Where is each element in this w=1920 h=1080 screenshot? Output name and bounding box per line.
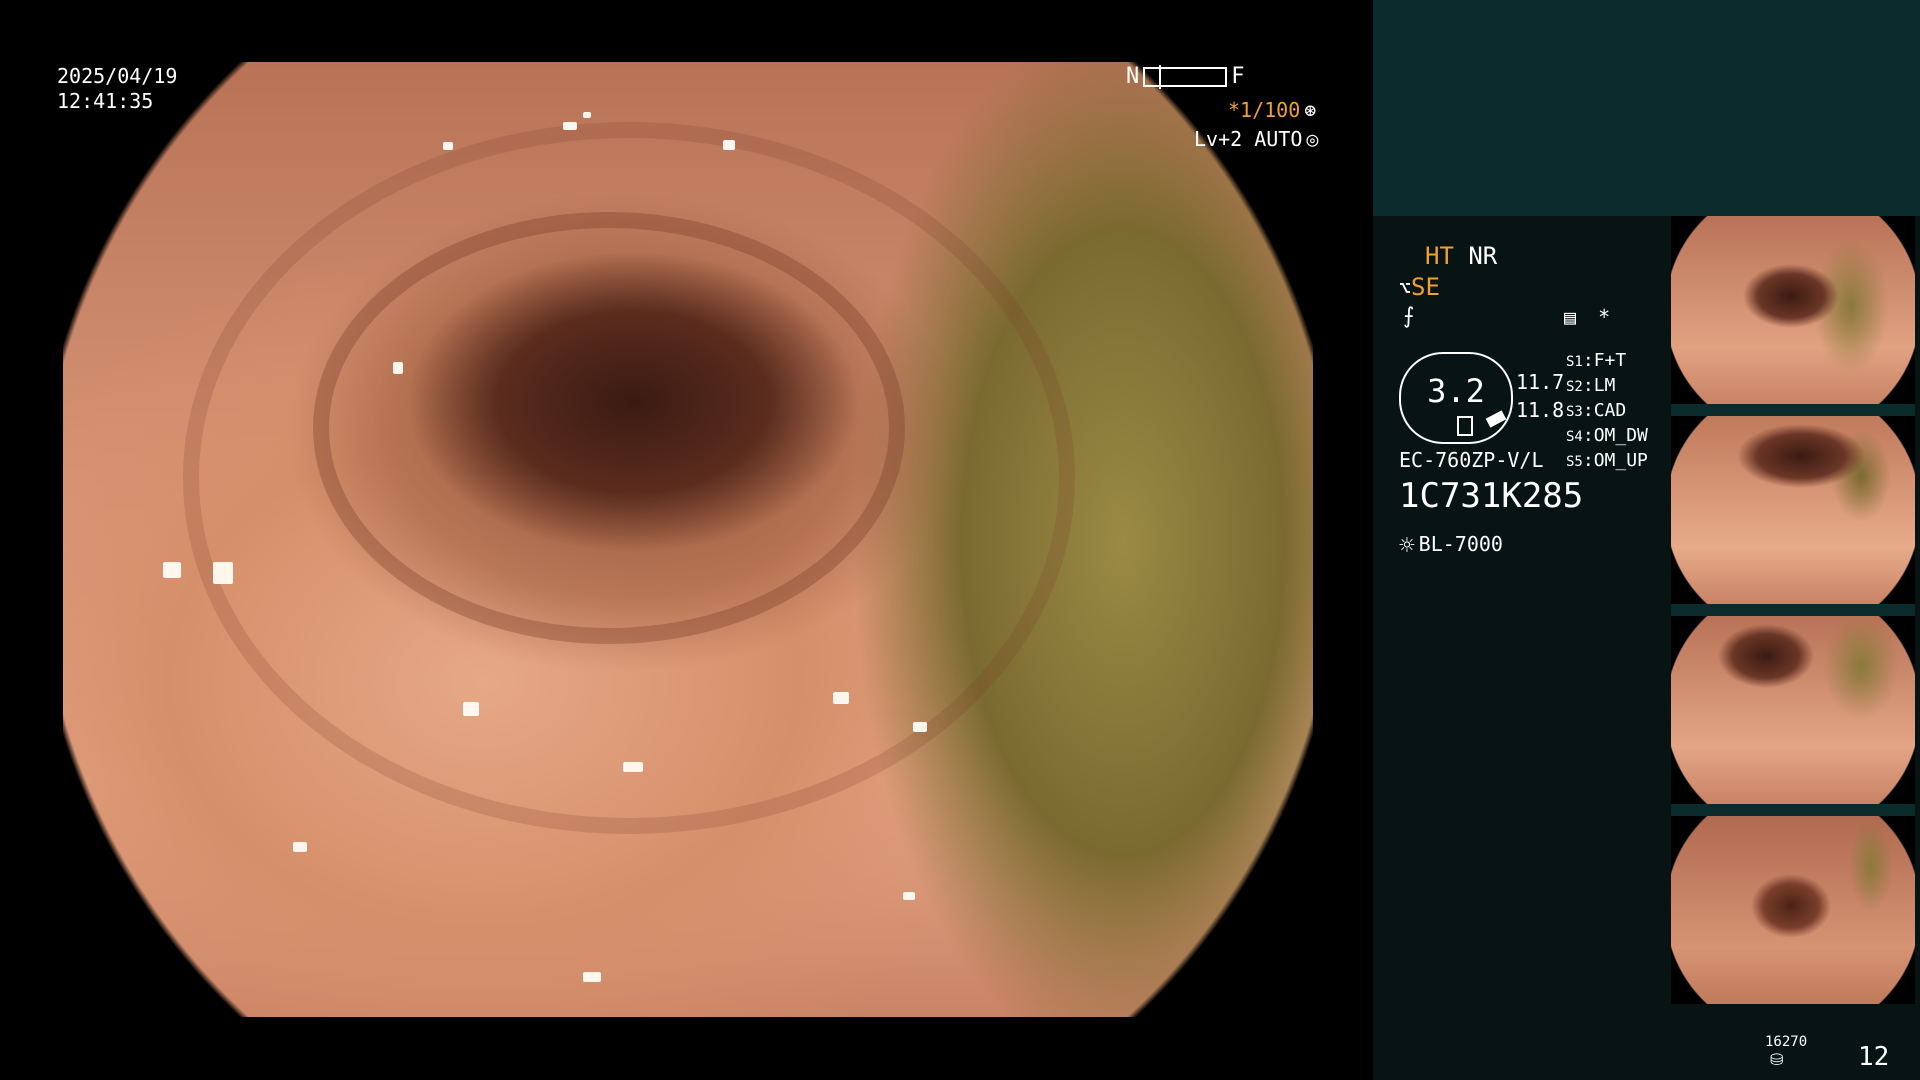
- setting-s2: S2:LM: [1566, 375, 1616, 396]
- image-counter-total: 16270: [1765, 1034, 1808, 1050]
- light-reflection: [213, 562, 233, 584]
- light-reflection: [903, 892, 915, 900]
- setting-value: F+T: [1593, 350, 1627, 371]
- setting-s1: S1:F+T: [1566, 350, 1627, 371]
- gauge-number-2: 11.8: [1516, 398, 1565, 422]
- iris-icon: ◎: [1306, 127, 1319, 151]
- memo-symbol: *: [1598, 305, 1611, 329]
- thumbnail-image: [1671, 216, 1915, 404]
- brightness-level-display: Lv+2 AUTO ◎: [1194, 127, 1318, 151]
- captured-thumbnail[interactable]: [1671, 216, 1915, 404]
- thumbnail-divider: [1671, 804, 1915, 816]
- scope-serial: 1C731K285: [1399, 476, 1584, 516]
- aperture-icon: ⊛: [1304, 98, 1317, 122]
- light-reflection: [563, 122, 577, 130]
- gauge-marker: [1457, 416, 1473, 436]
- light-reflection: [393, 362, 403, 374]
- image-counter: 12: [1858, 1042, 1890, 1072]
- light-reflection: [443, 142, 453, 150]
- haustral-fold: [183, 122, 1075, 834]
- gauge-number-1: 11.7: [1516, 370, 1565, 394]
- time-text: 12:41:35: [57, 89, 154, 113]
- setting-key: S5: [1566, 454, 1583, 470]
- light-reflection: [163, 562, 181, 578]
- light-source-icon: ☼: [1399, 531, 1415, 561]
- thumbnail-divider: [1671, 404, 1915, 416]
- setting-s3: S3:CAD: [1566, 400, 1627, 421]
- far-label: F: [1231, 64, 1245, 89]
- light-reflection: [583, 112, 591, 118]
- setting-value: LM: [1593, 375, 1616, 396]
- thumbnail-image: [1671, 416, 1915, 604]
- info-panel: HT NR ⌥SE ⨍ ▤ * 3.2 11.7 11.8 S1:F+T S2:…: [1373, 0, 1920, 1080]
- nr-label: NR: [1468, 242, 1498, 270]
- light-reflection: [623, 762, 643, 772]
- endoscope-view: 2025/04/19 12:41:35 N F *1/100 ⊛ Lv+2 AUT…: [0, 0, 1373, 1080]
- setting-key: S1: [1566, 354, 1583, 370]
- se-label: SE: [1411, 273, 1440, 301]
- setting-s4: S4:OM_DW: [1566, 425, 1648, 446]
- setting-value: OM_UP: [1593, 450, 1648, 471]
- setting-s5: S5:OM_UP: [1566, 450, 1648, 471]
- gauge-value: 3.2: [1427, 372, 1485, 410]
- light-source-row: ☼ BL-7000: [1399, 531, 1503, 561]
- level-text: Lv+2 AUTO: [1194, 127, 1303, 151]
- light-reflection: [293, 842, 307, 852]
- endoscopic-image: [63, 62, 1313, 1017]
- thumbnail-image: [1671, 816, 1915, 1004]
- panel-header-area: [1373, 0, 1920, 216]
- light-reflection: [723, 140, 735, 150]
- setting-value: CAD: [1593, 400, 1627, 421]
- light-source-label: BL-7000: [1418, 532, 1503, 556]
- near-label: N: [1126, 64, 1140, 89]
- enhance-icon: ⌥: [1399, 276, 1412, 300]
- captured-thumbnail[interactable]: [1671, 616, 1915, 804]
- setting-value: OM_DW: [1593, 425, 1648, 446]
- light-reflection: [583, 972, 601, 982]
- captured-thumbnail[interactable]: [1671, 816, 1915, 1004]
- thumbnail-image: [1671, 616, 1915, 804]
- shutter-display: *1/100 ⊛: [1228, 98, 1316, 122]
- zoom-gauge: 3.2: [1399, 352, 1513, 444]
- setting-key: S3: [1566, 404, 1583, 420]
- focus-bar: [1143, 64, 1228, 89]
- thumbnail-divider: [1671, 604, 1915, 616]
- light-reflection: [833, 692, 849, 704]
- setting-key: S2: [1566, 379, 1583, 395]
- gauge-indicator: [1485, 410, 1507, 428]
- image-mode-row: HT NR: [1425, 242, 1497, 270]
- ht-label: HT: [1425, 242, 1454, 270]
- filter-icon: ⨍: [1403, 304, 1415, 329]
- light-reflection: [463, 702, 479, 716]
- structure-enhance-row: ⌥SE: [1399, 273, 1440, 301]
- memo-row: ▤ *: [1564, 305, 1610, 329]
- date-time-display: 2025/04/19 12:41:35: [57, 64, 177, 114]
- shutter-text: *1/100: [1228, 98, 1301, 122]
- setting-key: S4: [1566, 429, 1583, 445]
- light-reflection: [913, 722, 927, 732]
- captured-thumbnail[interactable]: [1671, 416, 1915, 604]
- scope-model: EC-760ZP-V/L: [1399, 448, 1544, 472]
- near-far-indicator: N F: [1126, 64, 1245, 89]
- storage-icon: ⛁: [1770, 1050, 1784, 1069]
- memory-card-icon: ▤: [1564, 305, 1577, 329]
- date-text: 2025/04/19: [57, 64, 178, 88]
